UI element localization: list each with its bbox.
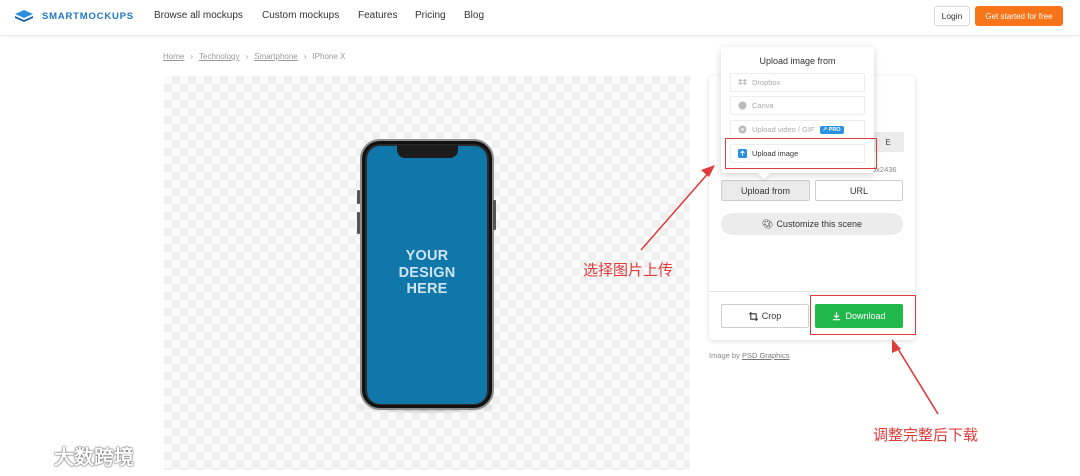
download-annotation-text: 调整完整后下载 xyxy=(873,426,979,444)
annotation-arrows xyxy=(640,165,939,415)
upload-annotation-text: 选择图片上传 xyxy=(583,261,674,279)
upload-arrowhead xyxy=(701,165,715,177)
upload-annotation-arrow xyxy=(640,169,712,251)
watermark-text: 大数跨境 xyxy=(54,445,134,469)
watermark-logo-icon xyxy=(9,445,48,464)
watermark: 大数跨境 xyxy=(8,441,134,470)
download-annotation-arrow xyxy=(894,343,939,415)
